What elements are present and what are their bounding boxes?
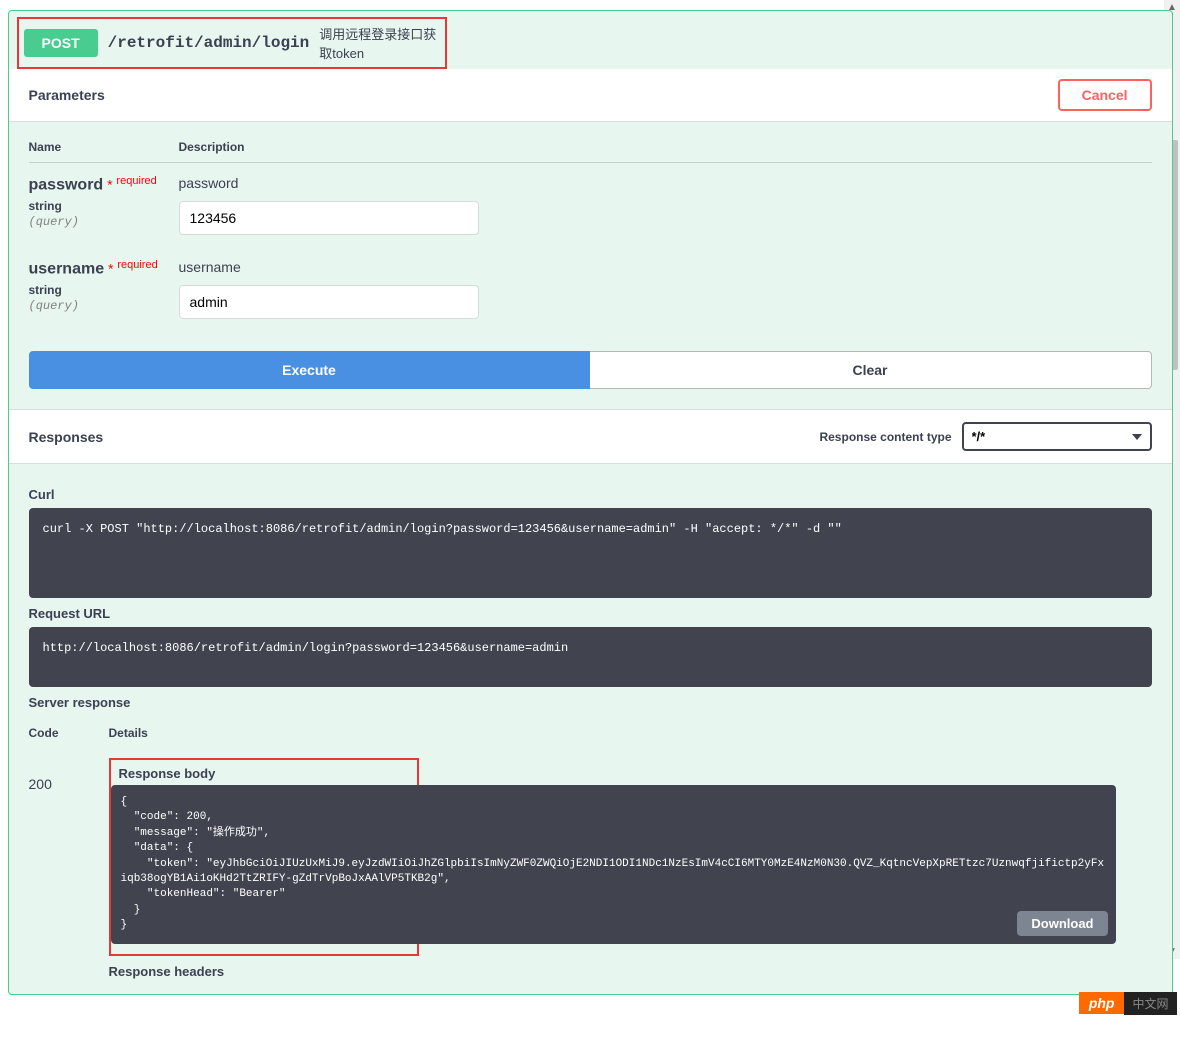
server-response-label: Server response [29,695,1152,710]
param-table-head: Name Description [29,132,1152,163]
action-buttons: Execute Clear [29,351,1152,389]
parameters-header: Parameters Cancel [9,69,1172,122]
required-label: required [117,259,157,271]
execute-button[interactable]: Execute [29,351,590,389]
cn-badge: 中文网 [1124,992,1176,1015]
response-body-content[interactable]: { "code": 200, "message": "操作成功", "data"… [111,785,1116,944]
col-desc-header: Description [179,140,1152,154]
operation-summary[interactable]: POST /retrofit/admin/login 调用远程登录接口获取tok… [17,17,447,69]
response-row: 200 Response body { "code": 200, "messag… [29,748,1152,979]
param-row-username: username * required string (query) usern… [29,247,1152,331]
operation-description: 调用远程登录接口获取token [319,24,439,62]
username-input[interactable] [179,285,479,319]
param-type: string [29,283,179,297]
col-name-header: Name [29,140,179,154]
param-name: username [29,261,105,278]
content-type-label: Response content type [819,430,951,444]
response-table-head: Code Details [29,716,1152,748]
content-type-select[interactable]: */* [962,422,1152,451]
response-body-label: Response body [119,766,409,781]
required-label: required [116,175,156,187]
param-description: username [179,259,1152,275]
param-row-password: password * required string (query) passw… [29,163,1152,247]
php-badge: php [1079,992,1125,1014]
response-body-highlight: Response body { "code": 200, "message": … [109,758,419,956]
cancel-button[interactable]: Cancel [1058,79,1152,111]
operation-block: POST /retrofit/admin/login 调用远程登录接口获取tok… [8,10,1173,995]
clear-button[interactable]: Clear [590,351,1152,389]
response-headers-label: Response headers [109,964,1152,979]
required-star-icon: * [108,261,117,277]
password-input[interactable] [179,201,479,235]
download-button[interactable]: Download [1017,911,1107,936]
parameters-title: Parameters [29,87,105,103]
operation-path: /retrofit/admin/login [108,34,310,52]
param-description: password [179,175,1152,191]
responses-body: Curl curl -X POST "http://localhost:8086… [9,464,1172,994]
http-method-badge: POST [24,29,98,57]
request-url-label: Request URL [29,606,1152,621]
details-column-header: Details [109,726,1152,740]
param-in: (query) [29,299,179,313]
response-status-code: 200 [29,758,109,979]
footer-watermark: php 中文网 [1079,992,1177,1015]
request-url-value[interactable]: http://localhost:8086/retrofit/admin/log… [29,627,1152,687]
code-column-header: Code [29,726,109,740]
param-name: password [29,177,104,194]
parameters-body: Name Description password * required str… [9,122,1172,409]
curl-command[interactable]: curl -X POST "http://localhost:8086/retr… [29,508,1152,598]
curl-label: Curl [29,487,1152,502]
param-type: string [29,199,179,213]
param-in: (query) [29,215,179,229]
responses-header: Responses Response content type */* [9,409,1172,464]
responses-title: Responses [29,429,104,445]
